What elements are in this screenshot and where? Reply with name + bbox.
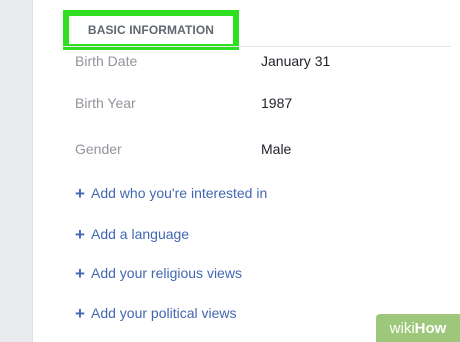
divider [63,46,451,47]
add-political-views-link[interactable]: + Add your political views [73,303,237,323]
field-value: January 31 [261,53,331,69]
about-panel: BASIC INFORMATION Birth Date January 31 … [32,0,460,342]
page-background [0,0,32,342]
plus-icon: + [75,263,85,283]
plus-icon: + [75,303,85,323]
plus-icon: + [75,224,85,244]
section-header: BASIC INFORMATION [63,10,239,50]
field-row-birth-date: Birth Date January 31 [75,53,455,77]
plus-icon: + [75,183,85,203]
field-row-gender: Gender Male [75,141,455,165]
wikihow-watermark: wiki How [376,314,460,342]
field-row-birth-year: Birth Year 1987 [75,95,455,119]
add-link-label: Add a language [91,226,190,242]
field-label: Birth Year [75,95,136,111]
section-title: BASIC INFORMATION [87,23,215,37]
field-value: 1987 [261,95,293,111]
field-label: Gender [75,141,122,157]
add-language-link[interactable]: + Add a language [73,224,189,244]
add-link-label: Add who you're interested in [91,185,268,201]
field-label: Birth Date [75,53,138,69]
field-value: Male [261,141,292,157]
add-link-label: Add your political views [91,305,237,321]
watermark-how: How [414,319,447,337]
watermark-wiki: wiki [389,319,415,337]
add-religious-views-link[interactable]: + Add your religious views [73,263,242,283]
add-interested-in-link[interactable]: + Add who you're interested in [73,183,267,203]
add-link-label: Add your religious views [91,265,242,281]
